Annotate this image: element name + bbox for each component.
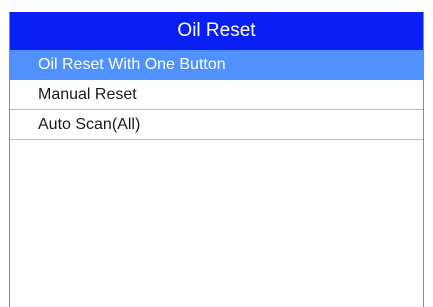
menu-list: Oil Reset With One Button Manual Reset A… [10,50,423,140]
scanner-screen: Oil Reset Oil Reset With One Button Manu… [9,12,424,307]
menu-item-manual-reset[interactable]: Manual Reset [10,80,423,110]
menu-item-auto-scan-all[interactable]: Auto Scan(All) [10,110,423,140]
page-title: Oil Reset [10,12,423,50]
menu-item-oil-reset-one-button[interactable]: Oil Reset With One Button [10,50,423,80]
